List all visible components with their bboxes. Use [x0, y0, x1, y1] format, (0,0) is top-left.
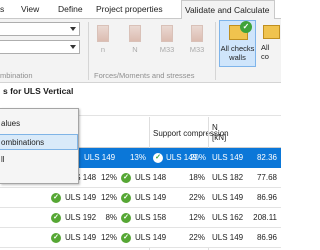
button-label: M33: [159, 45, 175, 54]
check-ok-icon: ✓: [121, 173, 131, 183]
cell-n-value: 86.96: [256, 233, 277, 242]
chevron-down-icon: [70, 27, 76, 31]
button-label: walls: [229, 53, 246, 62]
ribbon-panel: mbination n N M33 M33 Forces/Moments and…: [0, 19, 281, 83]
cell-utilization: 13%: [129, 153, 146, 162]
ribbon-separator: [88, 22, 89, 80]
button-label: N: [132, 45, 138, 54]
cell-utilization: 22%: [188, 233, 205, 242]
ribbon-separator: [215, 22, 216, 80]
all-checks-walls-button[interactable]: ✓ All checks walls: [219, 20, 256, 67]
combination-type-select[interactable]: [0, 22, 80, 36]
cell-combination: ULS 149: [135, 193, 167, 202]
button-label: All checks: [220, 44, 255, 53]
ribbon-tab-bar: s View Define Project properties Validat…: [0, 0, 281, 20]
check-ok-icon: ✓: [51, 193, 61, 203]
cell-combination: ULS 149: [84, 153, 116, 162]
tab-partial[interactable]: s: [0, 4, 4, 14]
cell-utilization: 8%: [105, 213, 117, 222]
check-ok-icon: ✓: [51, 233, 61, 243]
cell-combination: ULS 149: [212, 193, 244, 202]
check-ok-icon: ✓: [121, 193, 131, 203]
check-ok-icon: ✓: [121, 213, 131, 223]
button-label: co: [261, 52, 269, 61]
tab-validate-and-calculate[interactable]: Validate and Calculate: [181, 0, 276, 20]
section-title: s for ULS Vertical: [0, 83, 281, 98]
cell-utilization: 22%: [188, 193, 205, 202]
normal-force-n-button[interactable]: n: [91, 25, 115, 54]
table-row[interactable]: ✓ ULS 192 8% ✓ ULS 158 12% ULS 162 208.1…: [0, 208, 281, 228]
button-label: n: [100, 45, 106, 54]
button-label: All: [261, 43, 270, 52]
cell-utilization: 20%: [189, 153, 206, 162]
checkmark-icon: ✓: [240, 21, 252, 33]
cell-combination: ULS 192: [65, 213, 97, 222]
column-header-n[interactable]: N: [212, 123, 218, 132]
moment-m33-button[interactable]: M33: [155, 25, 179, 54]
group-label-combination: mbination: [0, 71, 33, 80]
cell-utilization: 12%: [100, 193, 117, 202]
combination-dropdown-menu: alues ombinations ll: [0, 108, 79, 184]
combination-select[interactable]: [0, 40, 80, 54]
cell-combination: ULS 149: [212, 153, 244, 162]
cell-utilization: 18%: [188, 173, 205, 182]
check-ok-icon: ✓: [121, 233, 131, 243]
check-ok-icon: ✓: [153, 153, 163, 163]
cell-n-value: 86.96: [256, 193, 277, 202]
table-row[interactable]: ✓ ULS 149 12% ✓ ULS 149 22% ULS 149 86.9…: [0, 188, 281, 208]
cell-combination: ULS 149: [212, 233, 244, 242]
cell-combination: ULS 162: [212, 213, 244, 222]
cell-combination: ULS 182: [212, 173, 244, 182]
chevron-down-icon: [70, 45, 76, 49]
group-label-forces: Forces/Moments and stresses: [94, 71, 195, 80]
moment-icon: [161, 25, 173, 42]
force-icon: [97, 25, 109, 42]
cell-n-value: 208.11: [253, 213, 277, 222]
check-ok-icon: ✓: [51, 213, 61, 223]
moment-m33-stress-button[interactable]: M33: [185, 25, 209, 54]
cell-utilization: 12%: [100, 173, 117, 182]
tab-define[interactable]: Define: [58, 4, 83, 14]
force-icon: [129, 25, 141, 42]
moment-icon: [191, 25, 203, 42]
menu-item-all[interactable]: ll: [0, 152, 78, 168]
button-label: M33: [189, 45, 205, 54]
cell-combination: ULS 149: [135, 233, 167, 242]
table-row[interactable]: ✓ ULS 149 12% ✓ ULS 149 22% ULS 149 86.9…: [0, 228, 281, 248]
column-header-n-unit: [kN]: [212, 133, 227, 142]
cell-utilization: 12%: [100, 233, 117, 242]
cell-utilization: 12%: [188, 213, 205, 222]
cell-combination: ULS 149: [65, 233, 97, 242]
tab-project-properties[interactable]: Project properties: [96, 4, 163, 14]
cell-n-value: 82.36: [256, 153, 277, 162]
cell-n-value: 77.68: [256, 173, 277, 182]
tab-view[interactable]: View: [21, 4, 39, 14]
checks-icon: [263, 25, 280, 39]
menu-item-values[interactable]: alues: [0, 116, 78, 132]
cell-combination: ULS 158: [135, 213, 167, 222]
cell-combination: ULS 149: [65, 193, 97, 202]
all-checks-other-button[interactable]: All co: [258, 23, 282, 67]
menu-item-combinations[interactable]: ombinations: [0, 134, 78, 150]
cell-combination: ULS 148: [135, 173, 167, 182]
normal-force-N-button[interactable]: N: [123, 25, 147, 54]
